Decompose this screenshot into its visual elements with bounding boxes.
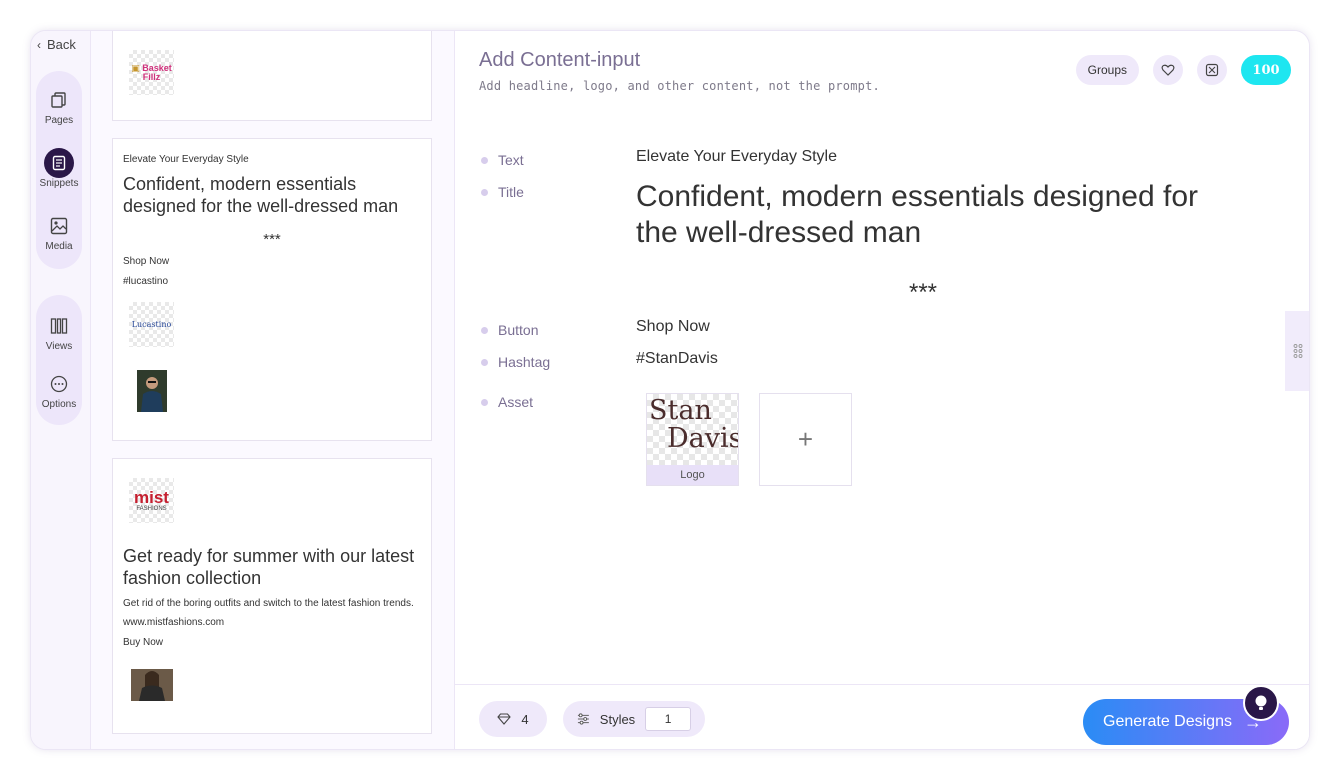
logo-line-1: Stan (649, 395, 712, 426)
snippets-panel: ▣ Basket Fillz Elevate Your Everyday Sty… (92, 31, 454, 749)
bullet-icon (481, 358, 488, 366)
snippet-eyebrow: Elevate Your Everyday Style (123, 154, 249, 165)
snippet-logo: Lucastino (129, 302, 174, 347)
grip-icon (1293, 344, 1303, 358)
snippet-logo: mist FASHIONS (129, 478, 174, 523)
snippet-logo-text: Basket Fillz (142, 62, 172, 82)
field-label: Title (498, 184, 524, 200)
generate-label: Generate Designs (1103, 713, 1232, 730)
snippet-button-text: Shop Now (123, 256, 170, 267)
snippet-image (129, 662, 174, 707)
basket-icon: ▣ (131, 62, 140, 73)
back-button[interactable]: ‹ Back (37, 37, 76, 52)
gem-icon (497, 713, 512, 725)
content-input-panel: Add Content-input Add headline, logo, an… (454, 31, 1309, 749)
snippets-icon (44, 148, 74, 178)
options-icon (44, 369, 74, 399)
rail-item-snippets[interactable]: Snippets (36, 148, 82, 211)
brand-kit-button[interactable] (1197, 55, 1227, 85)
separator-value[interactable]: *** (636, 279, 1210, 307)
snippet-title: Get ready for summer with our latest fas… (123, 546, 415, 588)
chevron-left-icon: ‹ (37, 37, 41, 52)
bullet-icon (481, 156, 488, 164)
field-label-text: Text (481, 152, 524, 168)
person-photo-icon (136, 369, 167, 412)
rail-label-views: Views (45, 341, 73, 352)
rail-item-views[interactable]: Views (36, 311, 82, 369)
rail-item-options[interactable]: Options (36, 369, 82, 421)
favorite-button[interactable] (1153, 55, 1183, 85)
snippet-card[interactable]: ▣ Basket Fillz (112, 31, 432, 121)
styles-count-input[interactable]: 1 (645, 707, 691, 731)
assistant-icon (1255, 695, 1267, 710)
rail-label-pages: Pages (44, 115, 74, 126)
styles-control: Styles 1 (563, 701, 705, 737)
assistant-button[interactable] (1243, 685, 1279, 721)
media-icon (44, 211, 74, 241)
snippet-logo-text: Lucastino (131, 320, 172, 329)
groups-button[interactable]: Groups (1075, 55, 1139, 85)
rail-item-pages[interactable]: Pages (36, 85, 82, 148)
likes-count: 4 (521, 711, 529, 727)
field-label: Text (498, 152, 524, 168)
app-window: ‹ Back Pages Snippets Media Views Option… (30, 30, 1310, 750)
rail-item-media[interactable]: Media (36, 211, 82, 274)
pages-icon (44, 85, 74, 115)
rail-group-secondary: Views Options (36, 295, 82, 425)
snippet-card[interactable]: mist FASHIONS Get ready for summer with … (112, 458, 432, 734)
field-label: Hashtag (498, 354, 551, 370)
snippet-hashtag: #lucastino (123, 276, 169, 287)
field-label: Button (498, 322, 539, 338)
person-photo-icon (130, 668, 173, 701)
snippet-logo-subtext: FASHIONS (136, 505, 167, 512)
snippet-title: Confident, modern essentials designed fo… (123, 174, 399, 216)
heart-icon (1161, 64, 1175, 76)
title-field-value[interactable]: Confident, modern essentials designed fo… (636, 179, 1226, 251)
top-actions: Groups 100 (1075, 55, 1291, 85)
snippet-logo: ▣ Basket Fillz (129, 50, 174, 95)
snippet-separator: *** (263, 231, 281, 248)
snippet-logo-text: mist (134, 487, 169, 507)
hashtag-field-value[interactable]: #StanDavis (636, 350, 718, 368)
sliders-icon (577, 713, 589, 725)
page-subtitle: Add headline, logo, and other content, n… (479, 79, 880, 93)
left-rail: ‹ Back Pages Snippets Media Views Option… (31, 31, 91, 749)
rail-group-primary: Pages Snippets Media (36, 71, 82, 269)
field-label-hashtag: Hashtag (481, 354, 550, 370)
asset-caption: Logo (647, 465, 738, 485)
styles-label: Styles (599, 711, 636, 727)
snippet-url: www.mistfashions.com (123, 617, 225, 628)
rail-label-snippets: Snippets (39, 178, 79, 189)
brand-kit-icon (1205, 63, 1219, 77)
page-title: Add Content-input (479, 49, 641, 71)
snippet-body: Get rid of the boring outfits and switch… (123, 598, 414, 609)
back-label: Back (47, 37, 76, 52)
snippet-card[interactable]: Elevate Your Everyday Style Confident, m… (112, 138, 432, 441)
views-icon (44, 311, 74, 341)
footer-bar: 4 Styles 1 Generate Designs → (455, 684, 1309, 749)
drag-handle[interactable] (1285, 311, 1309, 391)
snippet-button-text: Buy Now (123, 637, 164, 648)
credits-badge: 100 (1241, 55, 1291, 85)
bullet-icon (481, 398, 488, 406)
logo-line-2: Davis (667, 423, 739, 454)
field-label-title: Title (481, 184, 524, 200)
rail-label-options: Options (41, 399, 77, 410)
field-label-button: Button (481, 322, 538, 338)
snippet-image (129, 368, 174, 413)
button-field-value[interactable]: Shop Now (636, 318, 710, 336)
asset-logo-tile[interactable]: Stan Davis Logo (646, 393, 739, 486)
bullet-icon (481, 326, 488, 334)
likes-button[interactable]: 4 (479, 701, 547, 737)
bullet-icon (481, 188, 488, 196)
field-label-asset: Asset (481, 394, 533, 410)
rail-label-media: Media (45, 241, 73, 252)
text-field-value[interactable]: Elevate Your Everyday Style (636, 148, 837, 166)
field-label: Asset (498, 394, 534, 410)
add-asset-button[interactable]: + (759, 393, 852, 486)
